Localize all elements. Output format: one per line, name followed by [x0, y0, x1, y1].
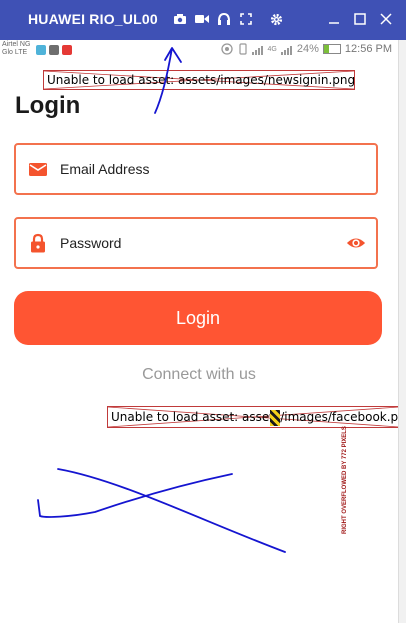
hand-drawn-annotation — [37, 47, 286, 553]
